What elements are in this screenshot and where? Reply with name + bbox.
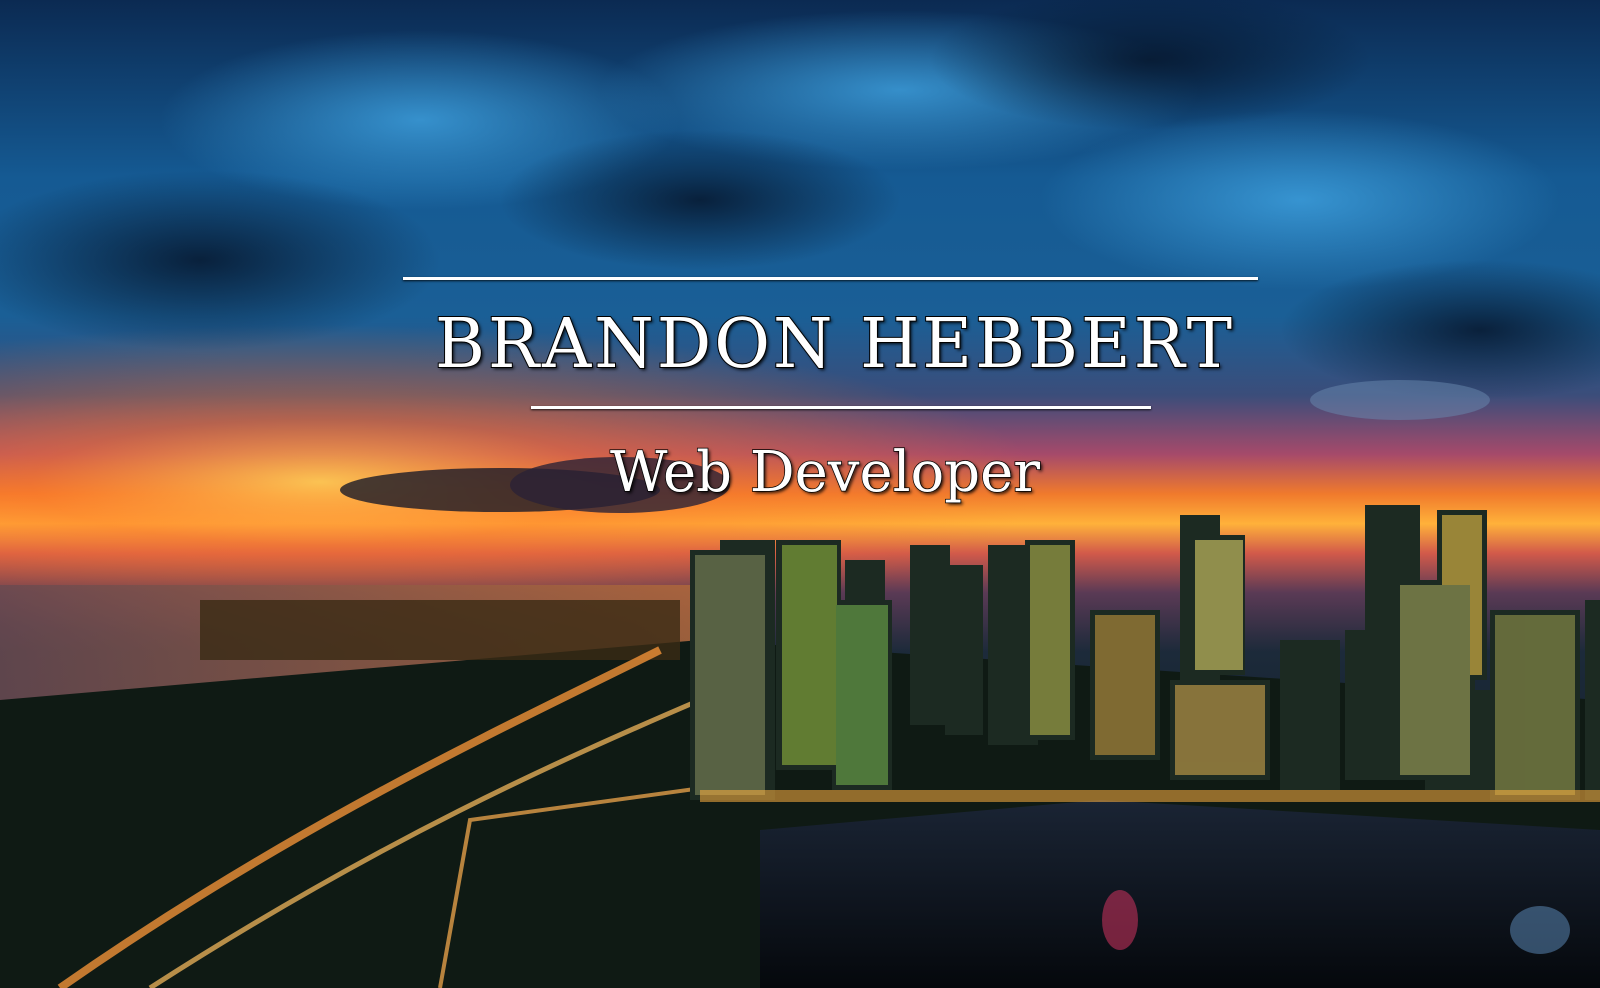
- page: BRANDON HEBBERT Web Developer: [0, 0, 1600, 988]
- hero-name-heading: BRANDON HEBBERT: [434, 304, 1236, 385]
- hero-overlay: BRANDON HEBBERT Web Developer: [0, 0, 1600, 988]
- middle-divider: [531, 406, 1151, 409]
- top-divider: [403, 277, 1258, 280]
- hero-role-subheading: Web Developer: [609, 439, 1040, 506]
